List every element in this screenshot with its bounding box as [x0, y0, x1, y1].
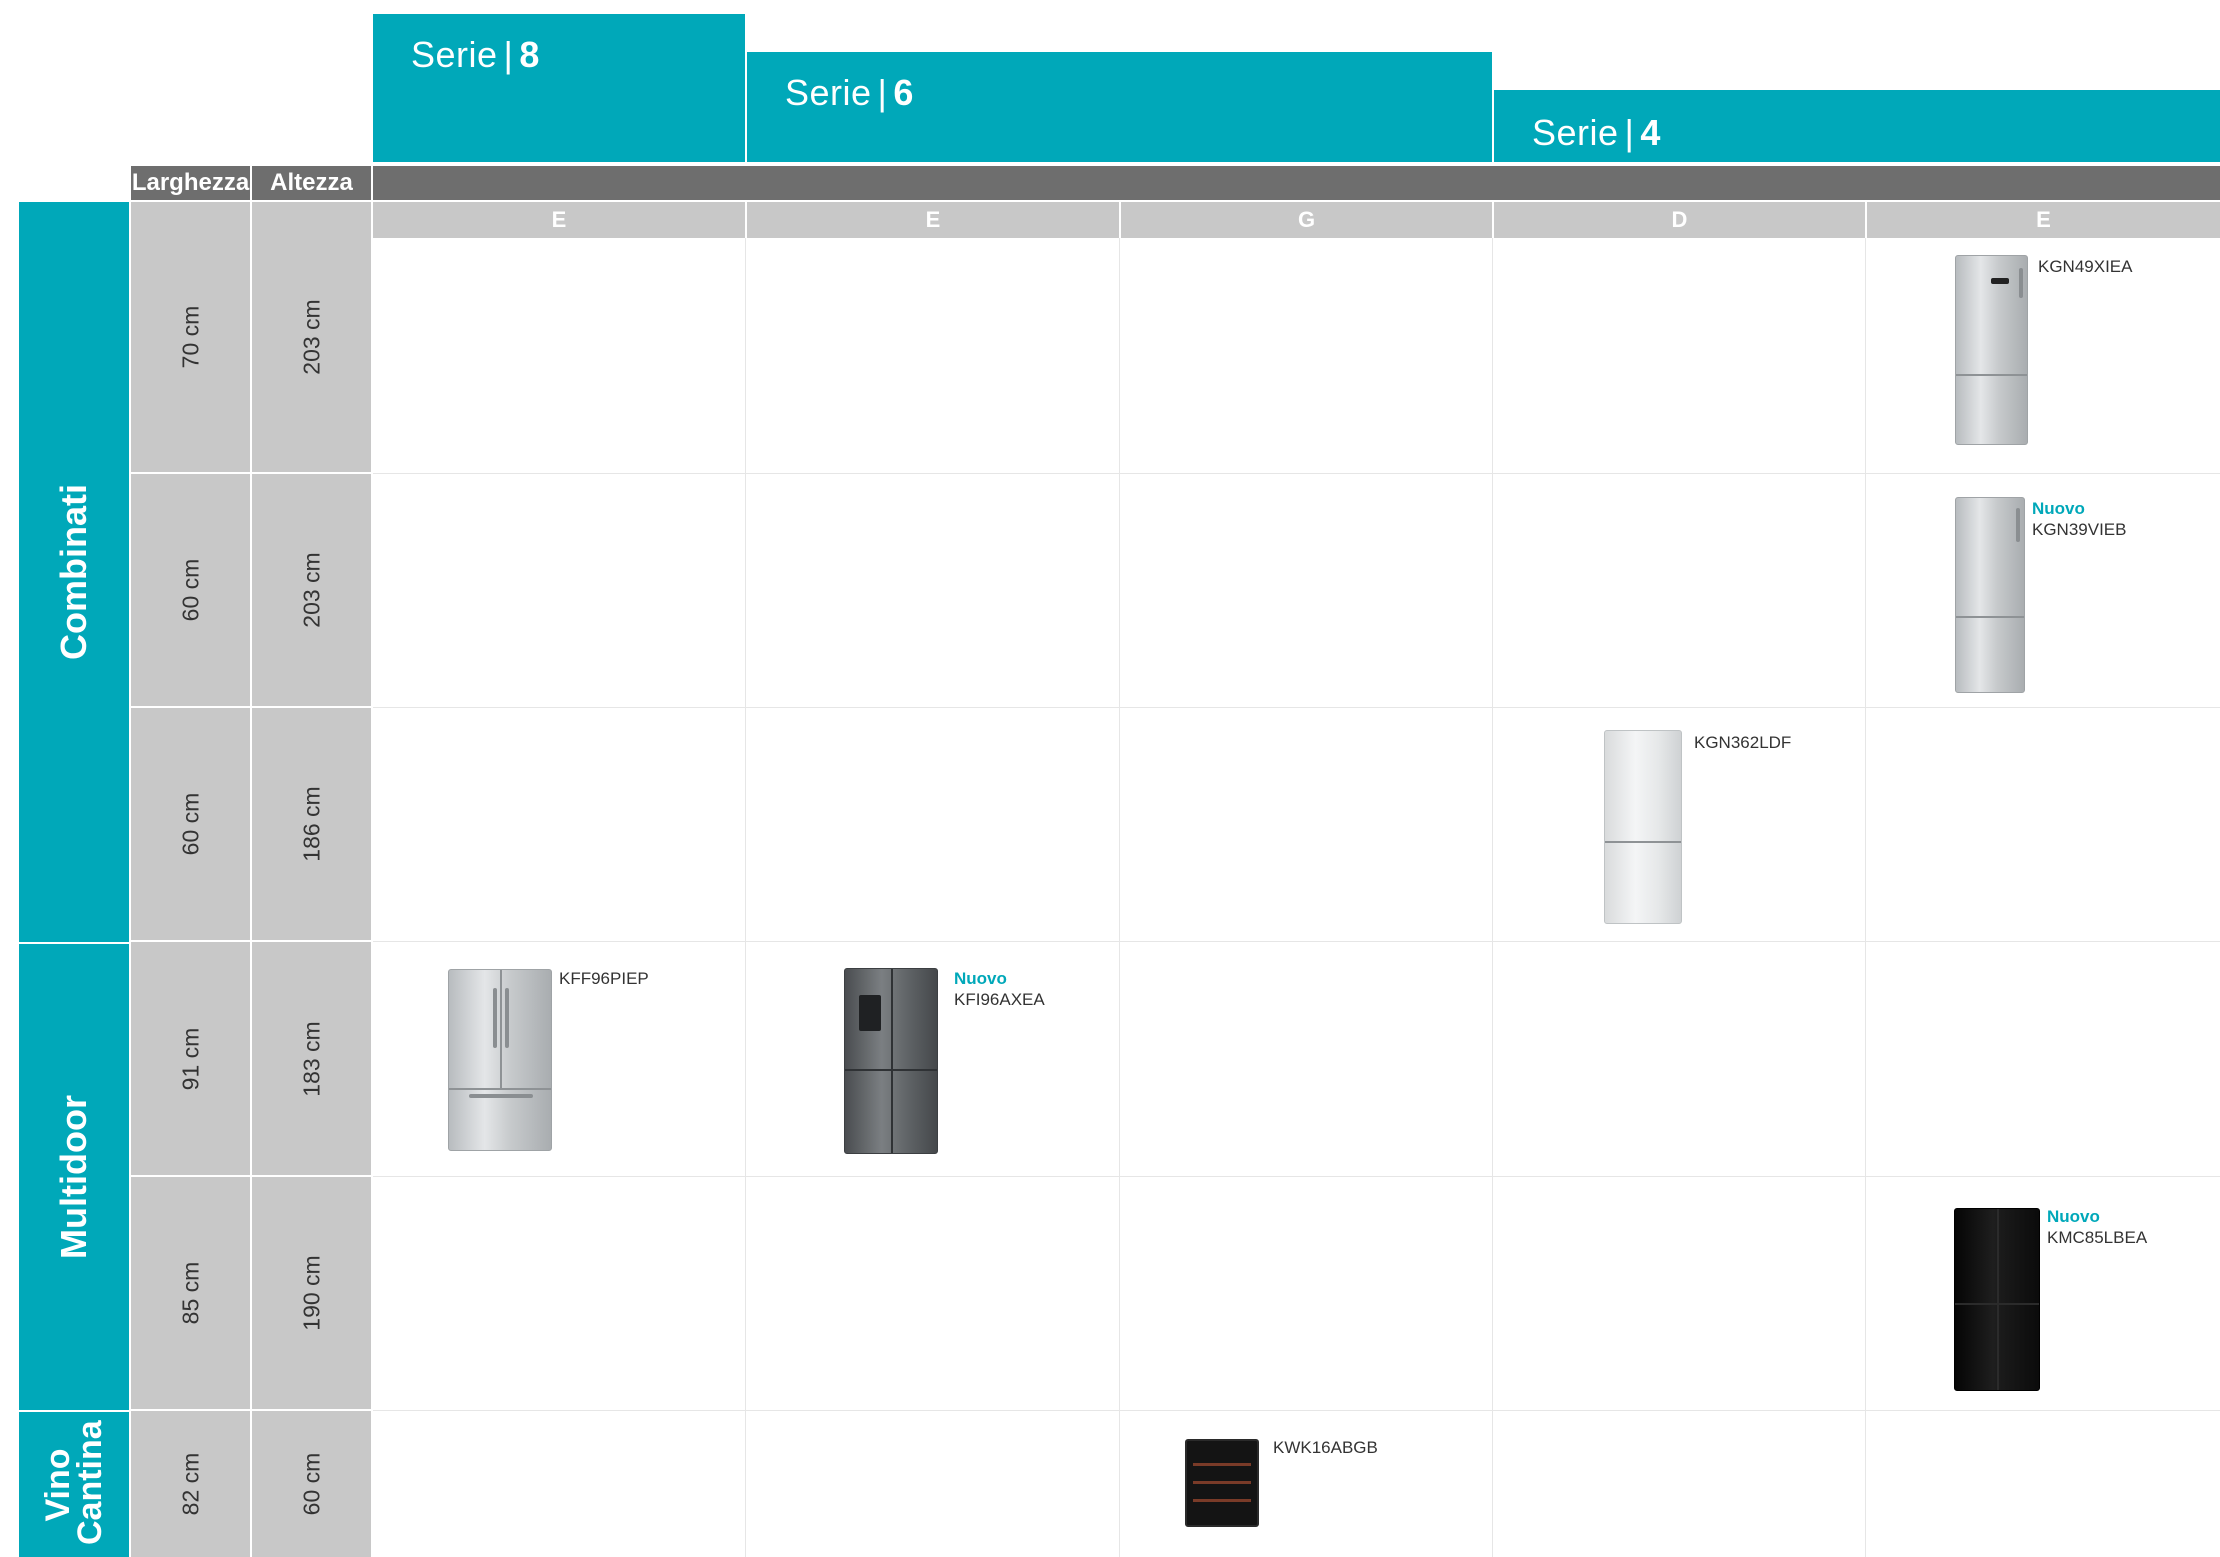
category-label: Combinati: [53, 484, 94, 660]
product-model: KFI96AXEA: [954, 990, 1045, 1009]
grid-line: [745, 238, 746, 1557]
wine-cooler-kwk16abgb-image: [1185, 1439, 1259, 1527]
grid-line: [373, 1176, 2220, 1177]
row-4-height: 183 cm: [252, 942, 371, 1177]
grid-line: [373, 941, 2220, 942]
product-kgn39vieb: Nuovo KGN39VIEB: [2032, 498, 2127, 540]
product-model: KGN49XIEA: [2038, 257, 2133, 276]
fridge-kmc85lbea-image: [1954, 1208, 2040, 1391]
row-6-height: 60 cm: [252, 1411, 371, 1557]
new-badge: Nuovo: [2047, 1207, 2100, 1226]
row-1-width: 70 cm: [131, 202, 250, 474]
energy-class-col-1: E: [373, 202, 745, 238]
header-bar: [373, 166, 2220, 200]
product-model: KWK16ABGB: [1273, 1438, 1378, 1457]
category-label: Multidoor: [53, 1095, 94, 1259]
energy-class-col-4: D: [1494, 202, 1865, 238]
serie-number: 4: [1640, 112, 1661, 153]
grid-line: [1119, 238, 1120, 1557]
new-badge: Nuovo: [954, 969, 1007, 988]
serie-4-tab: Serie | 4: [1494, 90, 2220, 162]
category-multidoor: Multidoor: [19, 944, 129, 1410]
energy-class-col-2: E: [747, 202, 1119, 238]
serie-label: Serie: [1532, 112, 1619, 153]
fridge-kff96piep-image: [448, 969, 552, 1151]
fridge-kgn362ldf-image: [1604, 730, 1682, 924]
row-2-height: 203 cm: [252, 474, 371, 708]
fridge-kfi96axea-image: [844, 968, 938, 1154]
row-2-width: 60 cm: [131, 474, 250, 708]
row-3-height: 186 cm: [252, 708, 371, 942]
height-header: Altezza: [252, 166, 371, 200]
serie-6-tab: Serie | 6: [747, 52, 1492, 162]
fridge-kgn39vieb-image: [1955, 497, 2025, 693]
serie-label: Serie: [785, 72, 872, 113]
product-kmc85lbea: Nuovo KMC85LBEA: [2047, 1206, 2147, 1248]
category-label: Vino Cantina: [39, 1419, 109, 1545]
product-kgn49xiea: KGN49XIEA: [2038, 256, 2133, 277]
product-model: KFF96PIEP: [559, 969, 649, 988]
row-1-height: 203 cm: [252, 202, 371, 474]
serie-number: 8: [519, 34, 540, 75]
energy-class-col-3: G: [1121, 202, 1492, 238]
product-model: KGN39VIEB: [2032, 520, 2127, 539]
new-badge: Nuovo: [2032, 499, 2085, 518]
product-kff96piep: KFF96PIEP: [559, 968, 649, 989]
serie-separator: |: [503, 34, 514, 75]
product-kgn362ldf: KGN362LDF: [1694, 732, 1791, 753]
row-4-width: 91 cm: [131, 942, 250, 1177]
row-6-width: 82 cm: [131, 1411, 250, 1557]
serie-label: Serie: [411, 34, 498, 75]
product-model: KGN362LDF: [1694, 733, 1792, 752]
grid-line: [373, 707, 2220, 708]
row-5-height: 190 cm: [252, 1177, 371, 1411]
fridge-kgn49xiea-image: [1955, 255, 2028, 445]
serie-separator: |: [1624, 112, 1635, 153]
serie-separator: |: [877, 72, 888, 113]
width-header: Larghezza: [131, 166, 250, 200]
energy-class-col-5: E: [1867, 202, 2220, 238]
grid-line: [373, 1410, 2220, 1411]
product-kwk16abgb: KWK16ABGB: [1273, 1437, 1378, 1458]
serie-8-tab: Serie | 8: [373, 14, 745, 162]
grid-line: [1865, 238, 1866, 1557]
grid-line: [1492, 238, 1493, 1557]
product-model: KMC85LBEA: [2047, 1228, 2148, 1247]
category-vino-cantina: Vino Cantina: [19, 1412, 129, 1557]
product-kfi96axea: Nuovo KFI96AXEA: [954, 968, 1045, 1010]
grid-line: [373, 473, 2220, 474]
category-combinati: Combinati: [19, 202, 129, 942]
row-3-width: 60 cm: [131, 708, 250, 942]
row-5-width: 85 cm: [131, 1177, 250, 1411]
serie-number: 6: [893, 72, 914, 113]
